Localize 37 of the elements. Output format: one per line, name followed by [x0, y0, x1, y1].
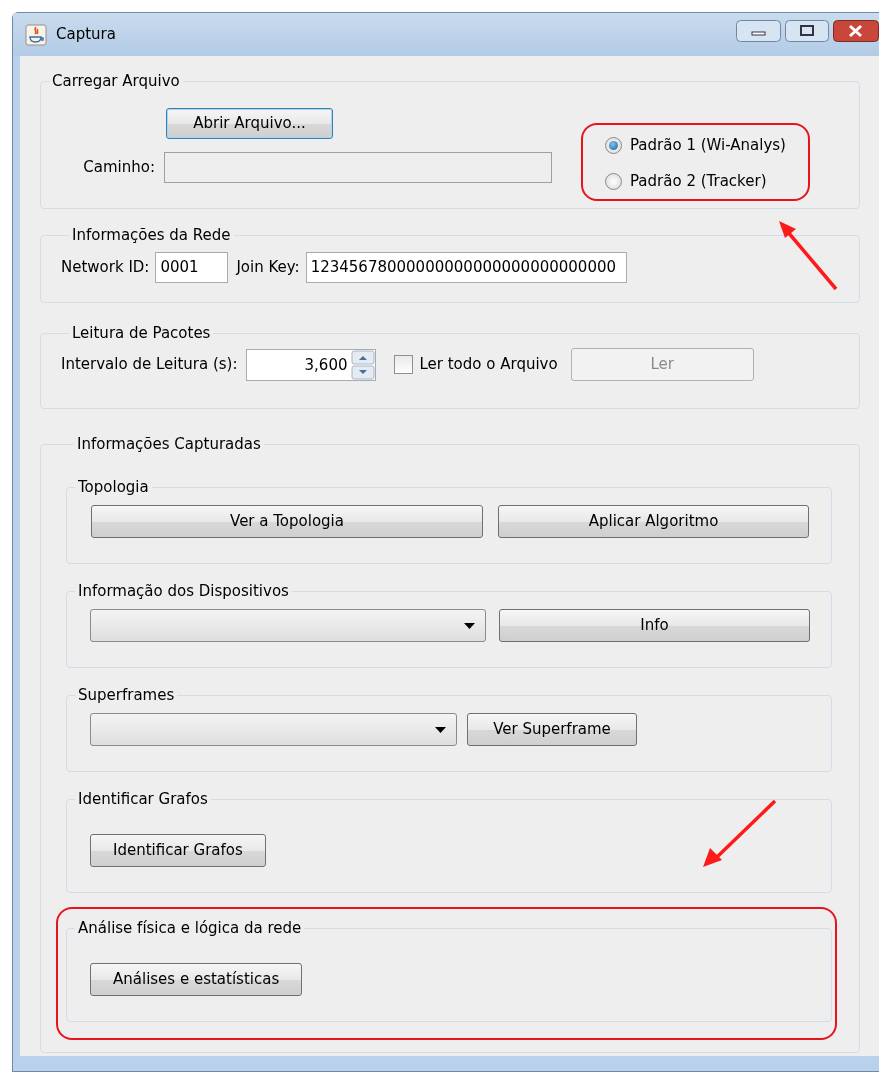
radio-button[interactable] — [605, 136, 622, 154]
action-button[interactable]: Aplicar Algoritmo — [498, 505, 809, 538]
join-key-field[interactable]: 12345678000000000000000000000000 — [305, 252, 627, 283]
field-label: Caminho: — [82, 157, 155, 179]
action-button[interactable]: Info — [499, 609, 810, 642]
checkbox[interactable] — [394, 355, 414, 374]
dropdown[interactable] — [90, 713, 457, 746]
dropdown[interactable] — [90, 609, 486, 642]
field-label: Intervalo de Leitura (s): — [61, 354, 238, 376]
maximize-icon[interactable] — [785, 19, 829, 42]
action-button[interactable]: Identificar Grafos — [90, 834, 266, 867]
action-button[interactable]: Ver a Topologia — [91, 505, 483, 538]
cup-icon — [25, 23, 47, 46]
checkbox-label: Ler todo o Arquivo — [419, 354, 558, 376]
window-title: Captura — [56, 24, 116, 46]
group-title: Topologia — [75, 478, 152, 496]
radio-label: Padrão 2 (Tracker) — [630, 170, 767, 192]
group-title: Carregar Arquivo — [49, 72, 183, 90]
network-id-field[interactable]: 0001 — [155, 252, 229, 283]
group-title: Superframes — [75, 686, 178, 704]
spinner-arrows-icon[interactable] — [351, 349, 376, 380]
close-icon[interactable] — [833, 19, 879, 42]
caret-icon — [464, 622, 475, 629]
path-field[interactable] — [164, 152, 552, 183]
action-button[interactable]: Ver Superframe — [467, 713, 637, 746]
field-label: Network ID: — [61, 257, 150, 279]
caret-icon — [435, 726, 446, 733]
group-title: Informações da Rede — [69, 226, 234, 244]
open-file-button[interactable]: Abrir Arquivo... — [166, 108, 333, 139]
number-spinner[interactable]: 3,600 — [246, 348, 377, 381]
group-title: Informações Capturadas — [74, 435, 264, 453]
group-title: Análise física e lógica da rede — [75, 919, 305, 937]
group-title: Informação dos Dispositivos — [75, 582, 292, 600]
field-label: Join Key: — [236, 257, 300, 279]
action-button[interactable]: Análises e estatísticas — [90, 963, 303, 996]
radio-button[interactable] — [605, 172, 622, 190]
radio-label: Padrão 1 (Wi-Analys) — [630, 134, 786, 156]
